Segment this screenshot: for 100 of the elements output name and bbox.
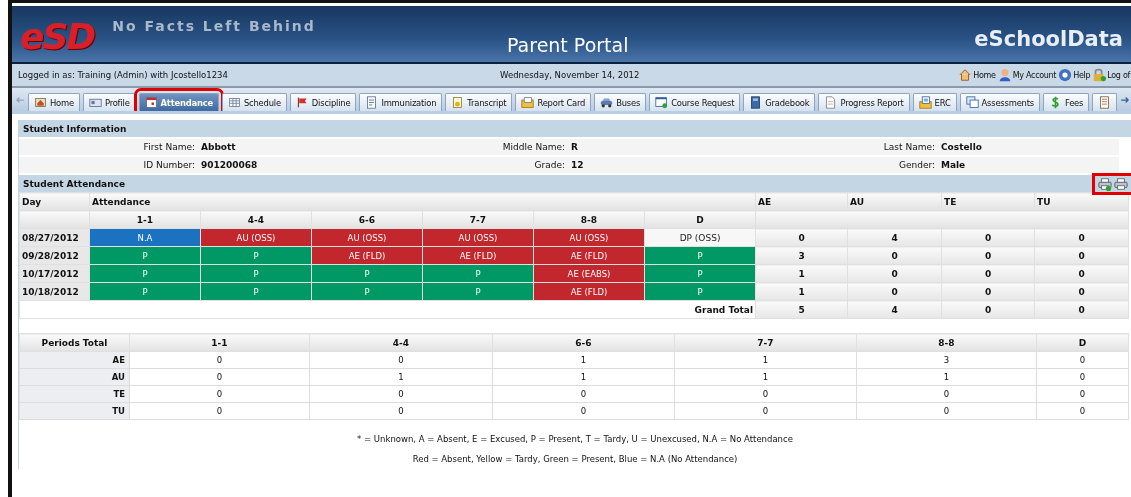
column-header: 6-6 <box>492 333 675 352</box>
tab[interactable] <box>1092 93 1118 111</box>
header-link[interactable]: Home <box>958 68 996 82</box>
tab[interactable]: Buses <box>594 93 647 111</box>
column-header: AU <box>847 192 942 211</box>
document-icon <box>824 96 838 109</box>
field-value: Costello <box>939 139 1119 155</box>
column-header: 7-7 <box>674 333 857 352</box>
table-cell: 1 <box>674 351 857 369</box>
column-header: AE <box>755 192 848 211</box>
tab[interactable]: Schedule <box>221 93 287 111</box>
date-text: Wednesday, November 14, 2012 <box>500 70 640 80</box>
tab[interactable]: Transcript <box>445 93 513 111</box>
calendar-icon <box>144 96 158 109</box>
table-cell: 0 <box>674 402 857 420</box>
table-cell: 0 <box>492 402 675 420</box>
header-link[interactable]: My Account <box>997 68 1057 82</box>
tab[interactable]: Discipline <box>289 93 357 111</box>
column-header: 4-4 <box>309 333 493 352</box>
table-cell: 1 <box>309 368 493 386</box>
portal-title: Parent Portal <box>507 34 629 56</box>
tab[interactable]: Fees <box>1042 93 1090 111</box>
tab[interactable]: Home <box>28 93 80 111</box>
tab[interactable]: Progress Report <box>818 93 910 111</box>
column-header: 1-1 <box>129 333 310 352</box>
folder-icon <box>521 96 535 109</box>
table-cell: 1 <box>492 368 675 386</box>
print-button[interactable] <box>1098 176 1112 191</box>
tab[interactable]: Course Request <box>649 93 741 111</box>
car-icon <box>600 96 614 109</box>
field-value: 901200068 <box>199 157 389 173</box>
table-cell: 1 <box>674 368 857 386</box>
document-icon <box>365 96 379 109</box>
logo: eSD <box>20 14 95 57</box>
header-link[interactable]: Log of <box>1092 68 1130 82</box>
field-label: Last Name: <box>759 139 939 155</box>
certificate-icon <box>451 96 465 109</box>
tab[interactable]: Assessments <box>959 93 1040 111</box>
field-label: ID Number: <box>19 157 199 173</box>
legend-text: * = Unknown, A = Absent, E = Excused, P = Present, T = Tardy, U = Unexcused, N.A = No Attendance <box>356 433 794 446</box>
print-button[interactable] <box>1114 176 1128 191</box>
book-icon <box>749 96 763 109</box>
printer-icon <box>1114 176 1128 191</box>
tab[interactable]: Gradebook <box>743 93 816 111</box>
column-header: 8-8 <box>856 333 1037 352</box>
folder-icon <box>918 96 932 109</box>
windows-icon <box>965 96 979 109</box>
tagline: No Facts Left Behind <box>112 18 316 34</box>
field-label: First Name: <box>19 139 199 155</box>
card-icon <box>88 96 102 109</box>
tab[interactable]: Profile <box>82 93 136 111</box>
tab[interactable]: Immunization <box>359 93 443 111</box>
table-cell: 0 <box>1036 351 1129 369</box>
lock-icon <box>1092 68 1107 82</box>
left-arrow-icon <box>15 94 25 105</box>
tab[interactable]: Report Card <box>515 93 592 111</box>
grand-total-label: Grand Total <box>19 300 756 319</box>
field-value: Male <box>939 157 1119 173</box>
section-title: Student Information <box>23 123 127 134</box>
printer-icon <box>1098 176 1112 191</box>
login-text: Logged in as: Training (Admin) with Jcostello1234 <box>18 70 228 80</box>
tab[interactable]: ERC <box>912 93 957 111</box>
field-value: R <box>569 139 759 155</box>
table-cell: 0 <box>309 351 493 369</box>
field-label: Middle Name: <box>389 139 569 155</box>
table-cell: 0 <box>129 402 310 420</box>
table-cell: 0 <box>492 385 675 403</box>
column-header: Attendance <box>89 192 756 211</box>
column-header: Day <box>19 192 90 211</box>
house-icon <box>958 68 973 82</box>
window-icon <box>655 96 669 109</box>
field-value: 12 <box>569 157 759 173</box>
table-cell: 0 <box>1036 385 1129 403</box>
table-cell: 0 <box>1036 368 1129 386</box>
section-title: Student Attendance <box>23 178 126 189</box>
person-icon <box>997 68 1012 82</box>
legend-text: Red = Absent, Yellow = Tardy, Green = Present, Blue = N.A (No Attendance) <box>411 453 739 466</box>
table-cell: 1 <box>492 351 675 369</box>
table-cell: 0 <box>1036 402 1129 420</box>
field-label: Grade: <box>389 157 569 173</box>
field-label: Gender: <box>759 157 939 173</box>
table-cell: 0 <box>129 351 310 369</box>
column-header: TE <box>941 192 1035 211</box>
table-cell: 3 <box>856 351 1037 369</box>
column-header: D <box>1036 333 1129 352</box>
right-arrow-icon <box>1120 94 1131 105</box>
table-cell: 0 <box>309 385 493 403</box>
house-icon <box>34 96 47 109</box>
brand-name: eSchoolData <box>974 26 1123 51</box>
column-header: Periods Total <box>19 333 130 352</box>
table-cell: 0 <box>674 385 857 403</box>
table-cell: 0 <box>856 402 1037 420</box>
table-cell: 0 <box>309 402 493 420</box>
header-link[interactable]: Help <box>1058 68 1091 82</box>
flag-icon <box>295 96 309 109</box>
table-cell: 0 <box>129 385 310 403</box>
table-cell: 0 <box>129 368 310 386</box>
field-value: Abbott <box>199 139 389 155</box>
table-cell: 0 <box>856 385 1037 403</box>
notebook-icon <box>1098 96 1112 109</box>
